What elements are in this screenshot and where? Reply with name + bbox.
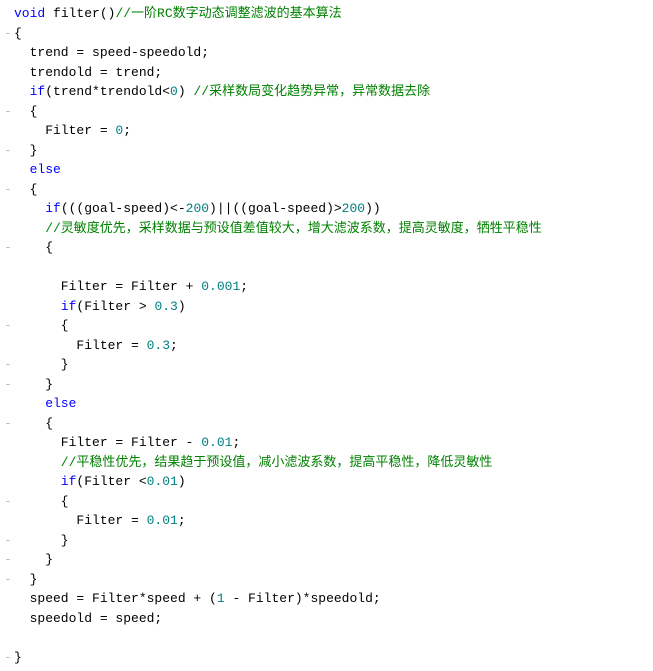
comment: //采样数局变化趋势异常，异常数据去除 [193,84,430,99]
gutter [4,433,14,453]
gutter [4,121,14,141]
number: 0.3 [147,338,170,353]
gutter [4,258,14,278]
expr: )) [365,201,381,216]
stmt: ; [178,513,186,528]
gutter [4,160,14,180]
number: 1 [217,591,225,606]
number: 0 [170,84,178,99]
gutter: - [4,550,14,570]
number: 0.01 [201,435,232,450]
brace: { [14,26,22,41]
gutter: - [4,355,14,375]
keyword-else: else [14,162,61,177]
gutter: - [4,102,14,122]
fn-name: filter() [45,6,115,21]
brace: } [14,572,37,587]
keyword-if: if [14,84,45,99]
gutter [4,277,14,297]
gutter: - [4,570,14,590]
stmt: trendold = trend; [14,65,162,80]
stmt: speed = Filter*speed + ( [14,591,217,606]
keyword-else: else [14,396,76,411]
gutter: - [4,375,14,395]
keyword-if: if [14,201,61,216]
stmt: ; [170,338,178,353]
gutter [4,199,14,219]
number: 200 [342,201,365,216]
stmt: ; [232,435,240,450]
expr: (((goal-speed)<- [61,201,186,216]
number: 0.001 [201,279,240,294]
number: 200 [186,201,209,216]
gutter [4,472,14,492]
brace: } [14,533,69,548]
gutter [4,511,14,531]
brace: } [14,552,53,567]
gutter: - [4,414,14,434]
stmt: Filter = Filter - [14,435,201,450]
stmt: ; [240,279,248,294]
expr: (trend*trendold< [45,84,170,99]
comment: //灵敏度优先，采样数据与预设值差值较大，增大滤波系数，提高灵敏度，牺牲平稳性 [14,221,542,236]
gutter [4,63,14,83]
keyword-if: if [14,299,76,314]
stmt: trend = speed-speedold; [14,45,209,60]
gutter: - [4,238,14,258]
gutter: - [4,180,14,200]
gutter [4,628,14,648]
expr: ) [178,84,194,99]
brace: } [14,650,22,665]
gutter [4,4,14,24]
gutter [4,453,14,473]
brace: } [14,377,53,392]
stmt: speedold = speed; [14,611,162,626]
gutter [4,589,14,609]
keyword-if: if [14,474,76,489]
stmt: - Filter)*speedold; [225,591,381,606]
brace: { [14,318,69,333]
number: 0.01 [147,513,178,528]
comment: //一阶RC数字动态调整滤波的基本算法 [115,6,341,21]
brace: } [14,357,69,372]
gutter: - [4,141,14,161]
brace: { [14,182,37,197]
brace: { [14,416,53,431]
number: 0.01 [147,474,178,489]
gutter [4,336,14,356]
expr: ) [178,299,186,314]
brace: } [14,143,37,158]
brace: { [14,494,69,509]
gutter [4,609,14,629]
expr: (Filter > [76,299,154,314]
gutter [4,394,14,414]
number: 0.3 [154,299,177,314]
gutter: - [4,316,14,336]
comment: //平稳性优先，结果趋于预设值，减小滤波系数，提高平稳性，降低灵敏性 [14,455,492,470]
expr: )||((goal-speed)> [209,201,342,216]
gutter [4,43,14,63]
brace: { [14,104,37,119]
gutter [4,297,14,317]
keyword-void: void [14,6,45,21]
gutter: - [4,531,14,551]
stmt: ; [123,123,131,138]
expr: (Filter < [76,474,146,489]
gutter: - [4,648,14,668]
stmt: Filter = [14,123,115,138]
stmt: Filter = [14,513,147,528]
gutter [4,82,14,102]
gutter [4,219,14,239]
brace: { [14,240,53,255]
expr: ) [178,474,186,489]
gutter: - [4,24,14,44]
gutter: - [4,492,14,512]
code-block: void filter()//一阶RC数字动态调整滤波的基本算法 -{ tren… [0,0,653,671]
stmt: Filter = [14,338,147,353]
stmt: Filter = Filter + [14,279,201,294]
